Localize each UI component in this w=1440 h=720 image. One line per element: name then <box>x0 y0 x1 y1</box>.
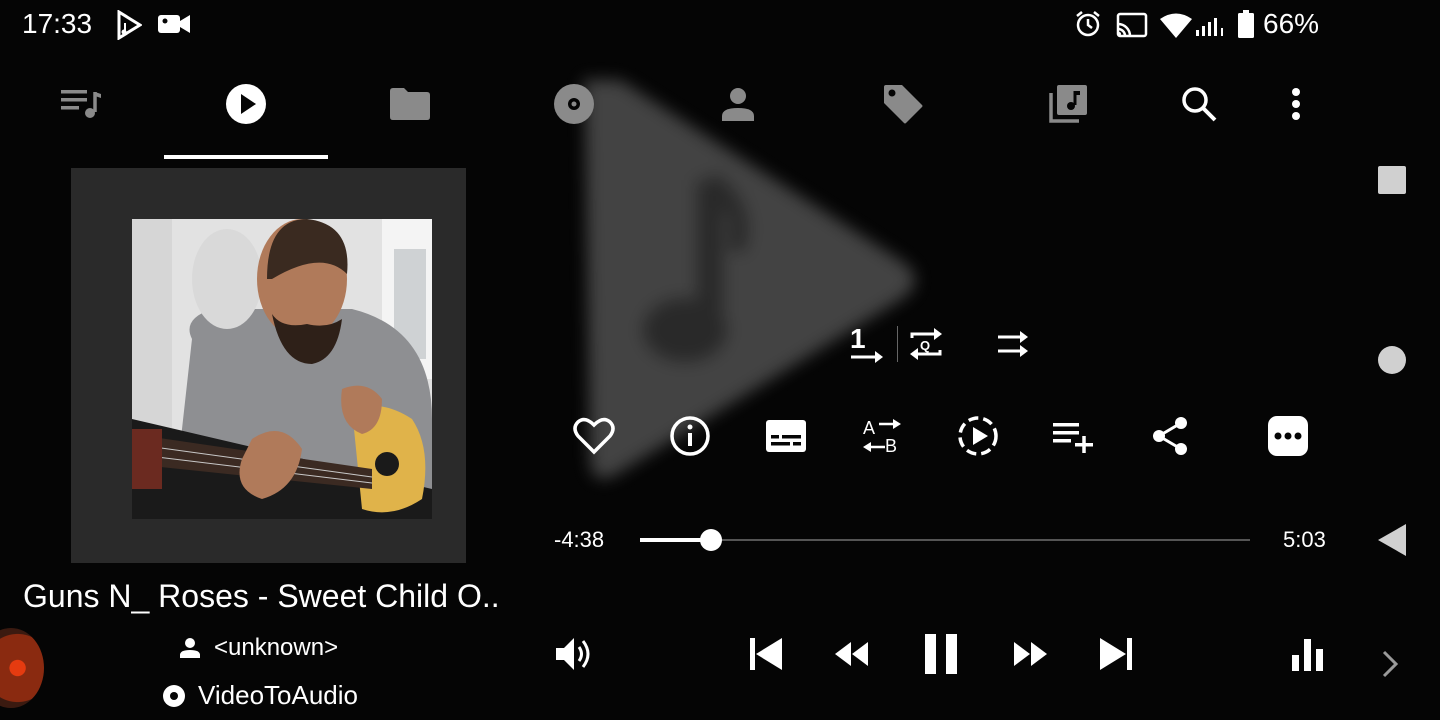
queue-icon <box>61 88 103 120</box>
ab-repeat-button[interactable]: A B <box>860 414 904 458</box>
nav-home-button[interactable] <box>1378 346 1406 374</box>
volume-button[interactable] <box>552 632 596 676</box>
search-icon <box>1180 85 1218 123</box>
playlists-icon <box>1047 83 1089 125</box>
time-total: 5:03 <box>1283 527 1326 552</box>
repeat-one-button[interactable]: 1 <box>846 322 888 366</box>
skip-previous-icon <box>748 637 784 671</box>
fast-forward-icon <box>1012 641 1048 667</box>
artist-row[interactable]: <unknown> <box>180 634 338 662</box>
tab-genres[interactable] <box>873 78 933 130</box>
nav-recents-button[interactable] <box>1378 166 1406 194</box>
fast-forward-button[interactable] <box>1008 632 1052 676</box>
share-icon <box>1150 415 1190 457</box>
shuffle-button[interactable] <box>994 324 1034 364</box>
more-options-button[interactable] <box>1266 414 1310 458</box>
tab-queue[interactable] <box>52 78 112 130</box>
album-icon <box>553 83 595 125</box>
next-track-button[interactable] <box>1094 632 1138 676</box>
time-remaining: -4:38 <box>554 527 605 552</box>
tab-playlists[interactable] <box>1038 78 1098 130</box>
nav-back-button[interactable] <box>1374 522 1408 558</box>
volume-icon <box>554 634 594 674</box>
now-playing-icon <box>225 83 267 125</box>
playback-speed-icon <box>957 415 999 457</box>
wifi-icon <box>1160 12 1192 38</box>
seek-bar-thumb[interactable] <box>700 529 722 551</box>
subtitles-icon <box>765 419 807 453</box>
equalizer-icon <box>1290 637 1326 671</box>
selected-tab-indicator <box>164 155 328 159</box>
pause-button[interactable] <box>918 630 964 678</box>
battery-icon <box>1238 10 1254 38</box>
cast-icon <box>1116 12 1148 38</box>
signal-icon <box>1196 14 1226 38</box>
more-icon <box>1267 415 1309 457</box>
ab-repeat-a: A <box>863 418 875 438</box>
repeat-one-icon: 1 <box>847 323 887 365</box>
search-button[interactable] <box>1169 78 1229 130</box>
battery-percentage: 66% <box>1263 8 1320 39</box>
genre-tag-icon <box>882 83 924 125</box>
ab-repeat-b: B <box>885 436 897 456</box>
repeat-queue-button[interactable]: Q <box>904 322 948 366</box>
mode-divider <box>897 326 898 362</box>
repeat-queue-label: Q <box>920 338 930 353</box>
tab-artists[interactable] <box>708 78 768 130</box>
song-title[interactable]: Guns N_ Roses - Sweet Child O.. <box>23 578 500 615</box>
artist-icon <box>721 87 755 121</box>
chevron-right-icon[interactable] <box>1380 648 1400 680</box>
folder-icon <box>390 88 430 120</box>
overflow-menu-icon <box>1291 87 1301 121</box>
rewind-button[interactable] <box>830 632 874 676</box>
album-icon <box>162 684 186 708</box>
alarm-icon <box>1074 10 1102 38</box>
add-to-playlist-button[interactable] <box>1052 414 1096 458</box>
track-info-button[interactable] <box>668 414 712 458</box>
previous-track-button[interactable] <box>744 632 788 676</box>
info-icon <box>669 415 711 457</box>
play-store-icon <box>116 10 142 40</box>
overflow-menu-button[interactable] <box>1266 78 1326 130</box>
tab-albums[interactable] <box>544 78 604 130</box>
repeat-one-label: 1 <box>850 323 866 354</box>
playback-speed-button[interactable] <box>956 414 1000 458</box>
add-to-playlist-icon <box>1053 419 1095 453</box>
pause-icon <box>923 633 959 675</box>
repeat-queue-icon: Q <box>906 324 946 364</box>
lyrics-button[interactable] <box>764 414 808 458</box>
tab-now-playing[interactable] <box>216 78 276 130</box>
tab-folders[interactable] <box>380 78 440 130</box>
artist-icon <box>180 638 200 658</box>
favorite-button[interactable] <box>572 414 616 458</box>
shuffle-icon <box>996 327 1032 361</box>
album-row[interactable]: VideoToAudio <box>162 680 358 711</box>
album-name: VideoToAudio <box>198 680 358 710</box>
floating-record-bubble[interactable] <box>0 628 44 708</box>
share-button[interactable] <box>1148 414 1192 458</box>
seek-bar[interactable] <box>640 539 1250 541</box>
album-art[interactable] <box>132 219 432 519</box>
rewind-icon <box>834 641 870 667</box>
artist-name: <unknown> <box>214 634 339 661</box>
ab-repeat-icon: A B <box>861 416 903 456</box>
status-time: 17:33 <box>22 8 93 39</box>
skip-next-icon <box>1098 637 1134 671</box>
equalizer-button[interactable] <box>1286 632 1330 676</box>
video-camera-icon <box>158 13 190 35</box>
heart-icon <box>573 417 615 455</box>
